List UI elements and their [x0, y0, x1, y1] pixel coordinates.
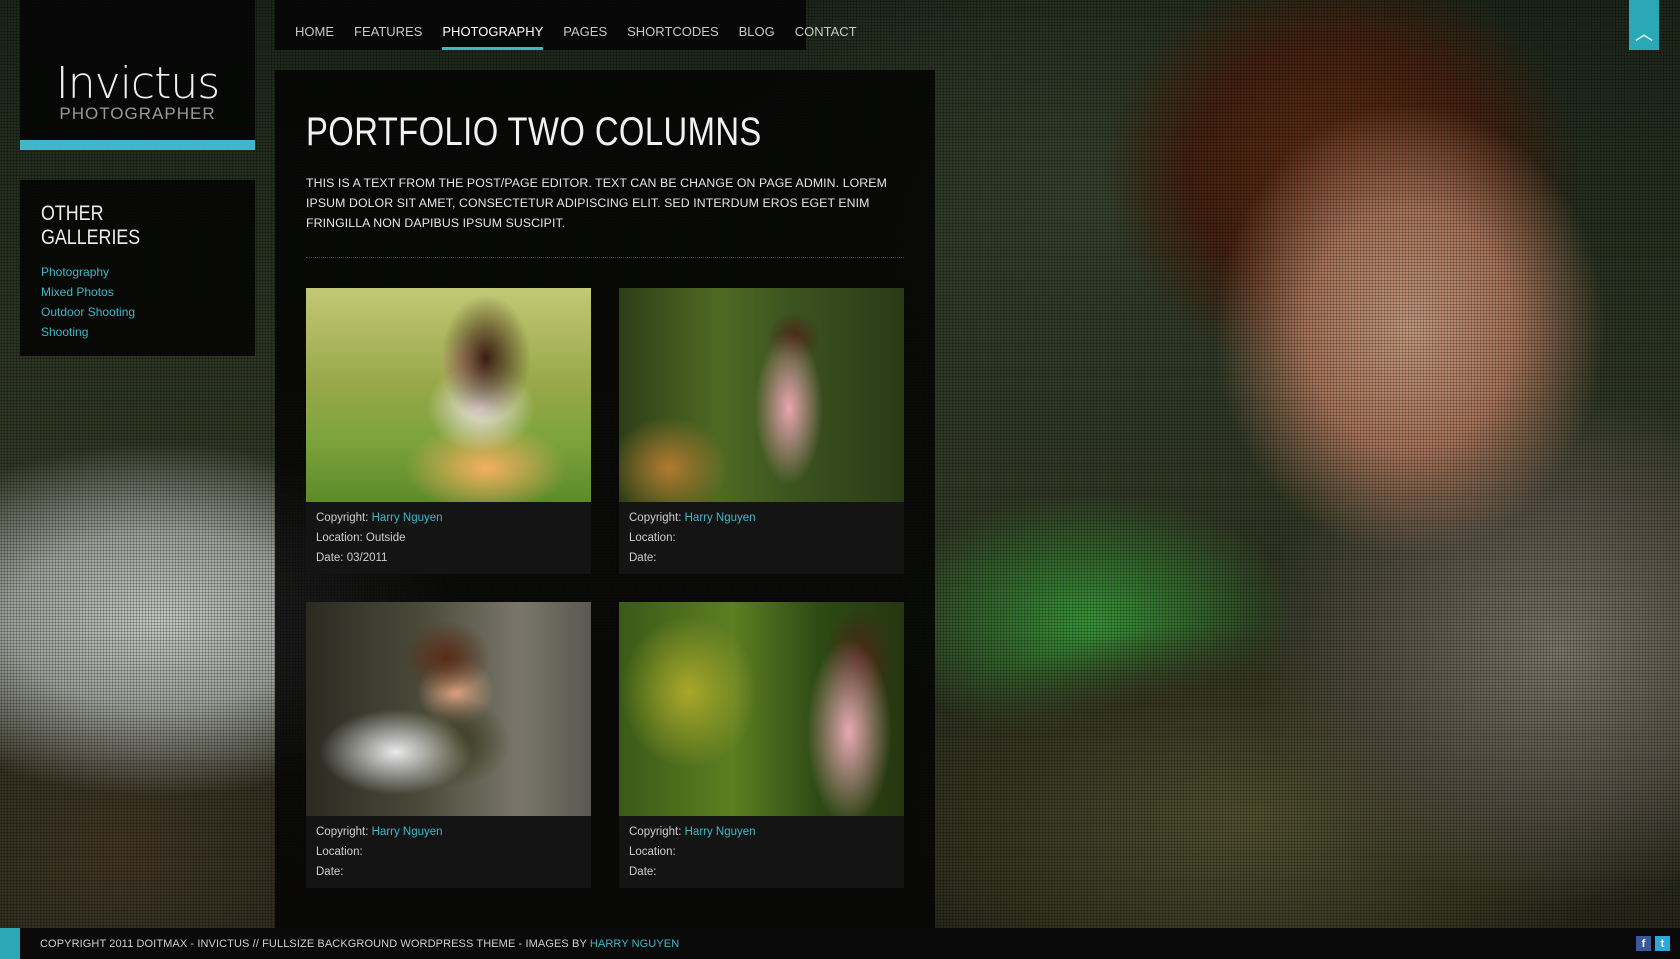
- copyright-label: Copyright:: [629, 826, 682, 838]
- page-title: PORTFOLIO TWO COLUMNS: [306, 110, 762, 154]
- date-value: 03/2011: [346, 552, 388, 564]
- portfolio-item: Copyright: Harry Nguyen Location: Date:: [619, 288, 904, 574]
- location-label: Location:: [316, 532, 363, 544]
- date-label: Date:: [629, 552, 657, 564]
- content-panel: PORTFOLIO TWO COLUMNS THIS IS A TEXT FRO…: [275, 70, 935, 928]
- nav-item-features[interactable]: FEATURES: [354, 0, 422, 47]
- copyright-link[interactable]: Harry Nguyen: [685, 512, 756, 524]
- portfolio-item: Copyright: Harry Nguyen Location: Date:: [306, 602, 591, 888]
- gallery-link-photography[interactable]: Photography: [41, 262, 234, 282]
- chevron-up-icon: ︿: [1635, 24, 1653, 45]
- nav-item-contact[interactable]: CONTACT: [795, 0, 857, 47]
- main-nav: HOME FEATURES PHOTOGRAPHY PAGES SHORTCOD…: [275, 0, 857, 50]
- footer-copyright: COPYRIGHT 2011 DOITMAX - INVICTUS // FUL…: [40, 938, 679, 950]
- footer-copyright-text: COPYRIGHT 2011 DOITMAX - INVICTUS // FUL…: [40, 938, 590, 950]
- portfolio-item: Copyright: Harry Nguyen Location: Date:: [619, 602, 904, 888]
- twitter-icon[interactable]: t: [1655, 936, 1670, 951]
- portfolio-meta: Copyright: Harry Nguyen Location: Date:: [619, 502, 904, 574]
- divider: [306, 257, 904, 258]
- portfolio-meta: Copyright: Harry Nguyen Location: Date:: [619, 816, 904, 888]
- nav-item-pages[interactable]: PAGES: [563, 0, 607, 47]
- portfolio-thumbnail[interactable]: [619, 602, 904, 816]
- copyright-label: Copyright:: [316, 512, 369, 524]
- scroll-to-top-button[interactable]: ︿: [1629, 0, 1659, 50]
- portfolio-thumbnail[interactable]: [619, 288, 904, 502]
- nav-item-home[interactable]: HOME: [295, 0, 334, 47]
- other-galleries-widget: OTHER GALLERIES Photography Mixed Photos…: [20, 180, 255, 356]
- date-label: Date:: [629, 866, 657, 878]
- nav-item-shortcodes[interactable]: SHORTCODES: [627, 0, 719, 47]
- gallery-link-mixed-photos[interactable]: Mixed Photos: [41, 282, 234, 302]
- location-label: Location:: [629, 846, 676, 858]
- site-logo[interactable]: Invictus PHOTOGRAPHER: [20, 0, 255, 150]
- portfolio-item: Copyright: Harry Nguyen Location: Outsid…: [306, 288, 591, 574]
- nav-item-photography[interactable]: PHOTOGRAPHY: [442, 0, 544, 50]
- footer-accent-bar: [0, 928, 20, 959]
- date-label: Date:: [316, 552, 344, 564]
- copyright-link[interactable]: Harry Nguyen: [372, 512, 443, 524]
- portfolio-thumbnail[interactable]: [306, 602, 591, 816]
- widget-heading: OTHER GALLERIES: [41, 202, 141, 249]
- portfolio-grid: Copyright: Harry Nguyen Location: Outsid…: [306, 288, 904, 888]
- social-links: f t: [1636, 936, 1670, 951]
- gallery-link-shooting[interactable]: Shooting: [41, 322, 234, 342]
- intro-text: THIS IS A TEXT FROM THE POST/PAGE EDITOR…: [306, 176, 887, 230]
- date-label: Date:: [316, 866, 344, 878]
- footer-photographer-link[interactable]: HARRY NGUYEN: [590, 938, 679, 950]
- portfolio-meta: Copyright: Harry Nguyen Location: Outsid…: [306, 502, 591, 574]
- location-label: Location:: [316, 846, 363, 858]
- copyright-link[interactable]: Harry Nguyen: [685, 826, 756, 838]
- gallery-link-outdoor-shooting[interactable]: Outdoor Shooting: [41, 302, 234, 322]
- site-footer: COPYRIGHT 2011 DOITMAX - INVICTUS // FUL…: [0, 928, 1680, 959]
- copyright-label: Copyright:: [316, 826, 369, 838]
- copyright-label: Copyright:: [629, 512, 682, 524]
- facebook-icon[interactable]: f: [1636, 936, 1651, 951]
- nav-item-blog[interactable]: BLOG: [739, 0, 775, 47]
- copyright-link[interactable]: Harry Nguyen: [372, 826, 443, 838]
- location-label: Location:: [629, 532, 676, 544]
- portfolio-meta: Copyright: Harry Nguyen Location: Date:: [306, 816, 591, 888]
- location-value: Outside: [365, 532, 406, 544]
- portfolio-thumbnail[interactable]: [306, 288, 591, 502]
- logo-title: Invictus: [55, 58, 220, 109]
